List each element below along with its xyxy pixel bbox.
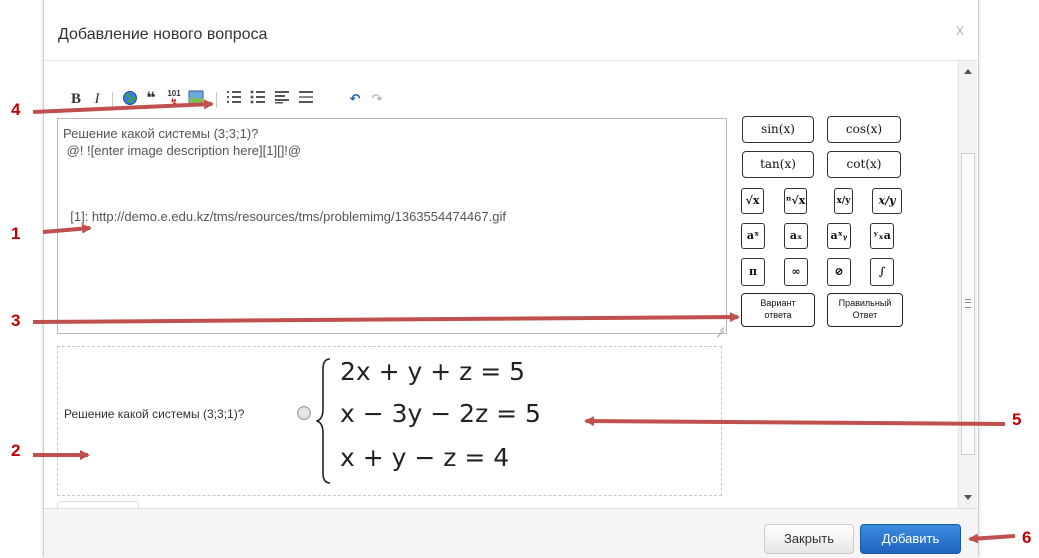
- cos-button[interactable]: cos(x): [827, 116, 901, 143]
- annotation-number-2: 2: [11, 441, 21, 460]
- sin-button[interactable]: sin(x): [742, 116, 814, 143]
- correct-answer-button[interactable]: Правильный Ответ: [827, 293, 903, 327]
- empty-set-button[interactable]: ⊘: [827, 258, 851, 286]
- nth-root-button[interactable]: ⁿ√x: [784, 188, 807, 214]
- cot-button[interactable]: cot(x): [827, 151, 901, 178]
- correct-answer-label-1: Правильный: [838, 298, 892, 308]
- sqrt-button[interactable]: √x: [741, 188, 764, 214]
- add-question-dialog: Добавление нового вопроса x B I ❝ 101↯: [43, 0, 979, 558]
- equation-2: x − 3y − 2z = 5: [340, 399, 541, 428]
- annotation-number-5: 5: [1012, 410, 1022, 429]
- preview-question-text: Решение какой системы (3;3;1)?: [64, 407, 245, 421]
- dialog-body: B I ❝ 101 ↯ ↶ ↷ Решение какой системы (3…: [44, 61, 958, 508]
- dialog-header: Добавление нового вопроса x: [44, 0, 978, 61]
- globe-link-icon[interactable]: [121, 90, 139, 108]
- integral-button[interactable]: ∫: [870, 258, 894, 286]
- ordered-list-icon[interactable]: [225, 90, 243, 108]
- slash-fraction-button[interactable]: x/y: [872, 188, 902, 214]
- editor-line-image: @! ![enter image description here][1][]!…: [63, 143, 302, 158]
- bold-button[interactable]: B: [69, 90, 83, 108]
- answer-variant-label-2: ответа: [764, 310, 792, 320]
- question-preview: Решение какой системы (3;3;1)? 2x + y + …: [57, 346, 722, 496]
- close-icon[interactable]: x: [956, 22, 964, 40]
- system-brace: [316, 358, 331, 484]
- horizontal-rule-icon[interactable]: [297, 90, 315, 108]
- tab-stub: [57, 501, 139, 508]
- code-button[interactable]: 101 ↯: [165, 90, 183, 108]
- toolbar-separator: [216, 92, 217, 108]
- power-button[interactable]: aˣ: [741, 223, 765, 249]
- grip-icon: [965, 299, 971, 308]
- answer-radio[interactable]: [297, 406, 311, 420]
- left-subsup-button[interactable]: ʸₓa: [870, 223, 894, 249]
- undo-button[interactable]: ↶: [347, 90, 363, 108]
- editor-line-link: [1]: http://demo.e.edu.kz/tms/resources/…: [63, 209, 506, 224]
- fraction-button[interactable]: x/y: [834, 188, 853, 214]
- scroll-down-icon[interactable]: [964, 495, 972, 500]
- vertical-scrollbar[interactable]: [958, 61, 977, 508]
- correct-answer-label-2: Ответ: [852, 310, 878, 320]
- subscript-button[interactable]: aₓ: [784, 223, 808, 249]
- editor-toolbar: B I ❝ 101 ↯ ↶ ↷: [69, 90, 509, 112]
- heading-icon[interactable]: [273, 90, 291, 108]
- annotation-number-1: 1: [11, 224, 21, 243]
- pi-button[interactable]: π: [741, 258, 765, 286]
- toolbar-separator: [112, 92, 113, 108]
- tan-button[interactable]: tan(x): [742, 151, 814, 178]
- add-button[interactable]: Добавить: [860, 524, 961, 554]
- question-editor-textarea[interactable]: Решение какой системы (3;3;1)? @! ![ente…: [57, 118, 727, 334]
- annotation-number-4: 4: [11, 100, 21, 119]
- close-button[interactable]: Закрыть: [764, 524, 854, 554]
- redo-button[interactable]: ↷: [369, 90, 385, 108]
- blockquote-button[interactable]: ❝: [143, 90, 159, 108]
- image-icon[interactable]: [187, 90, 205, 108]
- equation-1: 2x + y + z = 5: [340, 357, 526, 386]
- scroll-up-icon[interactable]: [964, 69, 972, 74]
- scrollbar-thumb[interactable]: [961, 153, 975, 455]
- resize-grip[interactable]: [715, 322, 725, 332]
- subsup-button[interactable]: aˣᵧ: [827, 223, 851, 249]
- editor-line-question: Решение какой системы (3;3;1)?: [63, 126, 259, 141]
- dialog-footer: Закрыть Добавить: [44, 508, 978, 558]
- equation-3: x + y − z = 4: [340, 443, 510, 472]
- answer-variant-label-1: Вариант: [760, 298, 796, 308]
- italic-button[interactable]: I: [91, 90, 103, 108]
- annotation-number-3: 3: [11, 311, 21, 330]
- bullet-list-icon[interactable]: [249, 90, 267, 108]
- infinity-button[interactable]: ∞: [784, 258, 808, 286]
- annotation-number-6: 6: [1022, 528, 1032, 547]
- answer-variant-button[interactable]: Вариант ответа: [741, 293, 815, 327]
- dialog-title: Добавление нового вопроса: [58, 26, 268, 43]
